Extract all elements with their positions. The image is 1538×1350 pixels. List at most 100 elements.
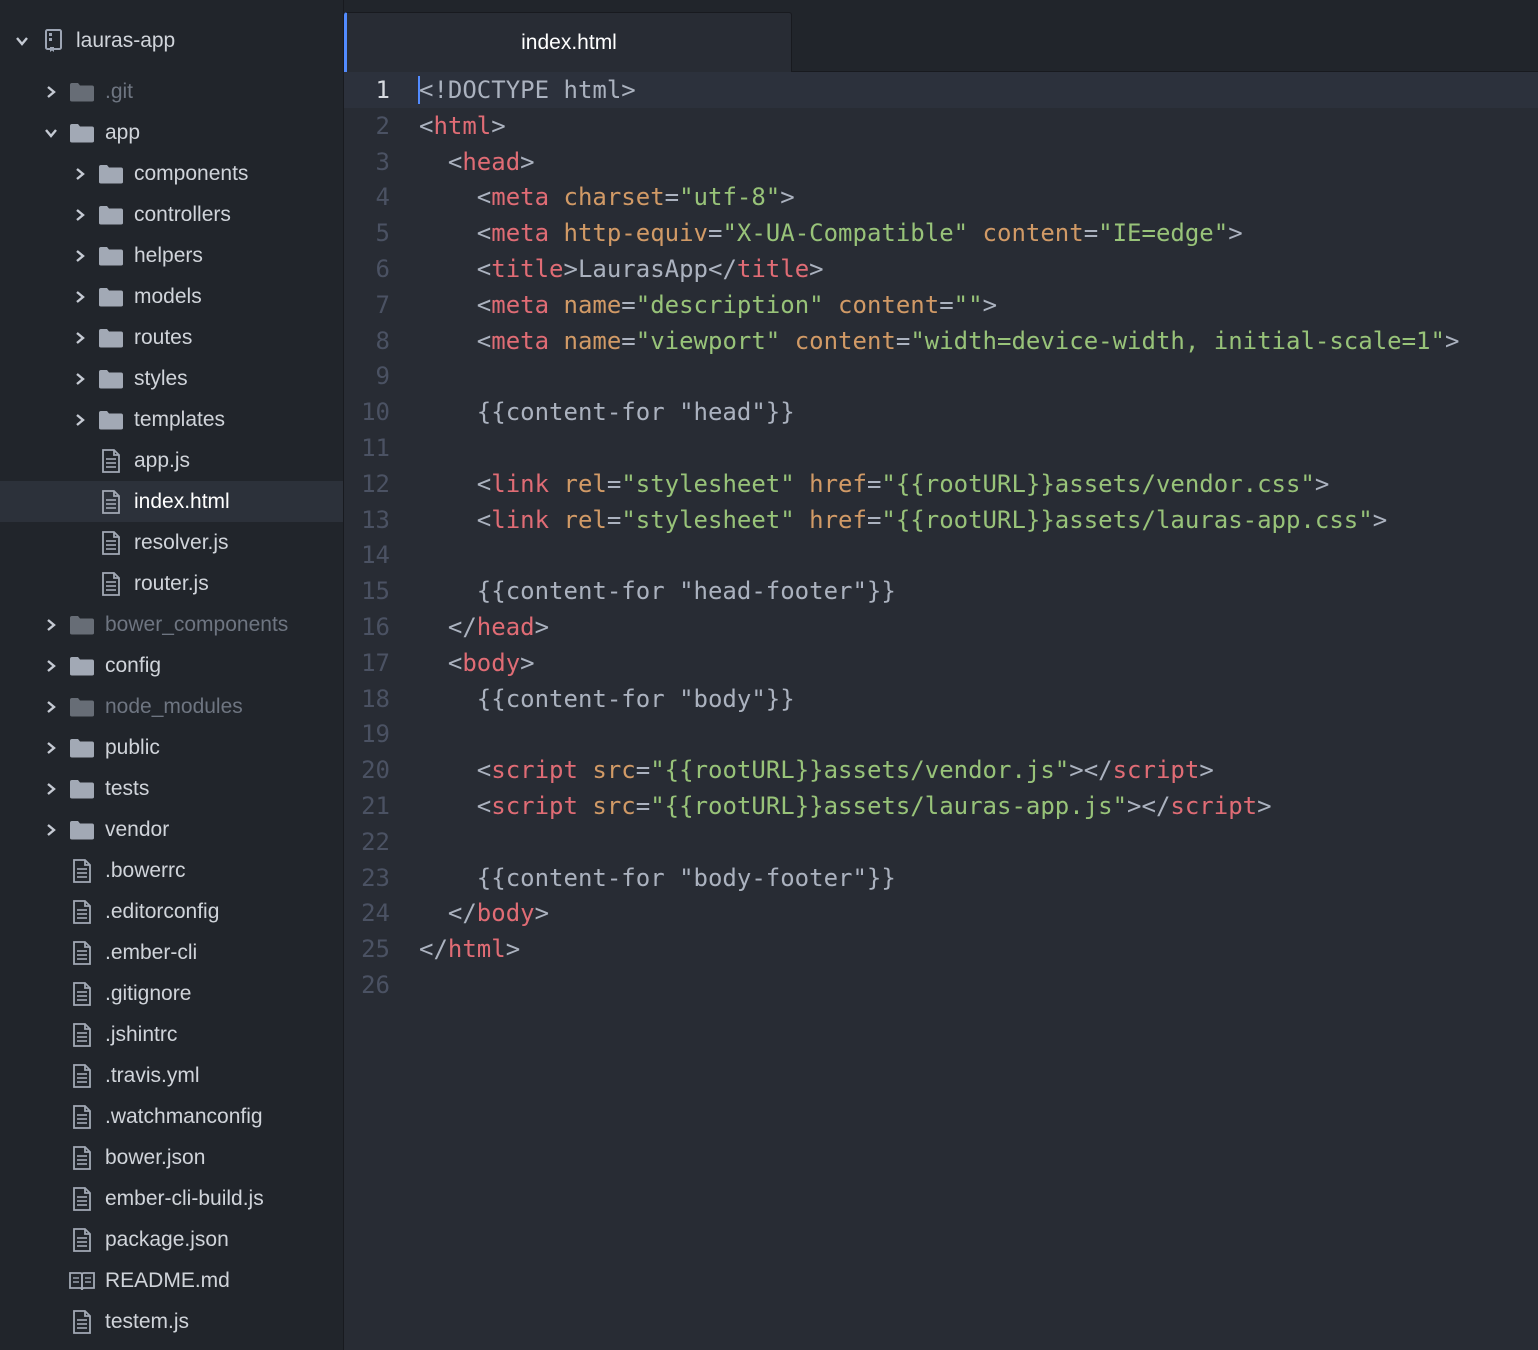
tree-file[interactable]: .ember-cli xyxy=(0,932,343,973)
code-text: {{content-for "body-footer"}} xyxy=(419,863,896,892)
tree-file[interactable]: .bowerrc xyxy=(0,850,343,891)
code-line[interactable]: 8 <meta name="viewport" content="width=d… xyxy=(344,323,1538,359)
code-line[interactable]: 21 <script src="{{rootURL}}assets/lauras… xyxy=(344,788,1538,824)
tree-item-label: .git xyxy=(105,79,134,103)
tab-index-html[interactable]: index.html xyxy=(344,12,792,72)
line-number: 4 xyxy=(375,183,390,212)
chevron-down-icon[interactable] xyxy=(12,31,32,51)
tree-item-label: bower.json xyxy=(105,1145,206,1169)
chevron-right-icon[interactable] xyxy=(70,246,90,266)
tree-file[interactable]: app.js xyxy=(0,440,343,481)
line-number: 16 xyxy=(361,613,390,641)
tree-folder[interactable]: helpers xyxy=(0,235,343,276)
chevron-right-icon[interactable] xyxy=(70,205,90,225)
line-number: 2 xyxy=(375,111,390,140)
tree-file[interactable]: .gitignore xyxy=(0,973,343,1014)
tree-file[interactable]: router.js xyxy=(0,563,343,604)
tree-root-label: lauras-app xyxy=(76,28,176,52)
chevron-right-icon[interactable] xyxy=(70,164,90,184)
code-text: <head> xyxy=(419,147,535,176)
code-line[interactable]: 26 xyxy=(344,967,1538,1003)
chevron-right-icon[interactable] xyxy=(41,615,61,635)
code-text: <script src="{{rootURL}}assets/lauras-ap… xyxy=(419,792,1272,820)
code-line[interactable]: 19 xyxy=(344,716,1538,752)
file-text-icon xyxy=(98,530,124,555)
tree-root[interactable]: lauras-app xyxy=(0,20,343,61)
chevron-right-icon[interactable] xyxy=(70,287,90,307)
file-text-icon xyxy=(69,1063,95,1088)
chevron-right-icon[interactable] xyxy=(41,820,61,840)
code-line[interactable]: 22 xyxy=(344,824,1538,860)
chevron-right-icon[interactable] xyxy=(41,697,61,717)
chevron-right-icon[interactable] xyxy=(70,369,90,389)
tree-file[interactable]: package.json xyxy=(0,1219,343,1260)
tree-file[interactable]: bower.json xyxy=(0,1137,343,1178)
code-line[interactable]: 14 xyxy=(344,537,1538,573)
code-line[interactable]: 3 <head> xyxy=(344,144,1538,180)
tree-file[interactable]: README.md xyxy=(0,1260,343,1301)
tree-folder[interactable]: tests xyxy=(0,768,343,809)
code-line[interactable]: 25 </html> xyxy=(344,931,1538,967)
code-line[interactable]: 2 <html> xyxy=(344,108,1538,144)
chevron-right-icon[interactable] xyxy=(41,738,61,758)
tree-file[interactable]: .travis.yml xyxy=(0,1055,343,1096)
line-number: 8 xyxy=(375,326,390,355)
folder-icon xyxy=(69,655,95,677)
code-line[interactable]: 9 xyxy=(344,358,1538,394)
tree-item-label: config xyxy=(105,653,162,677)
chevron-right-icon[interactable] xyxy=(70,410,90,430)
code-line[interactable]: 16 </head> xyxy=(344,609,1538,645)
chevron-right-icon[interactable] xyxy=(41,82,61,102)
tree-folder[interactable]: controllers xyxy=(0,194,343,235)
folder-icon xyxy=(98,245,124,267)
code-line[interactable]: 1 <!DOCTYPE html> xyxy=(344,72,1538,108)
code-line[interactable]: 7 <meta name="description" content=""> xyxy=(344,287,1538,323)
tree-folder[interactable]: components xyxy=(0,153,343,194)
tree-file[interactable]: .watchmanconfig xyxy=(0,1096,343,1137)
line-number: 18 xyxy=(361,684,390,713)
tree-folder[interactable]: vendor xyxy=(0,809,343,850)
code-line[interactable]: 23 {{content-for "body-footer"}} xyxy=(344,860,1538,896)
code-line[interactable]: 11 xyxy=(344,430,1538,466)
code-line[interactable]: 6 <title>LaurasApp</title> xyxy=(344,251,1538,287)
code-editor[interactable]: 1 <!DOCTYPE html> 2 <html> 3 <head> 4 <meta c… xyxy=(344,72,1538,1350)
code-line[interactable]: 12 <link rel="stylesheet" href="{{rootUR… xyxy=(344,466,1538,502)
code-line[interactable]: 5 <meta http-equiv="X-UA-Compatible" con… xyxy=(344,215,1538,251)
tree-folder[interactable]: app xyxy=(0,112,343,153)
tree-folder[interactable]: templates xyxy=(0,399,343,440)
code-line[interactable]: 13 <link rel="stylesheet" href="{{rootUR… xyxy=(344,502,1538,538)
tree-folder[interactable]: node_modules xyxy=(0,686,343,727)
chevron-down-icon[interactable] xyxy=(41,123,61,143)
tree-view[interactable]: lauras-app .git app components controllers h… xyxy=(0,0,344,1350)
code-text: </head> xyxy=(419,613,550,641)
tree-folder[interactable]: models xyxy=(0,276,343,317)
tree-file[interactable]: .editorconfig xyxy=(0,891,343,932)
code-line[interactable]: 17 <body> xyxy=(344,645,1538,681)
code-line[interactable]: 18 {{content-for "body"}} xyxy=(344,681,1538,717)
tree-folder[interactable]: bower_components xyxy=(0,604,343,645)
file-text-icon xyxy=(69,1145,95,1170)
tree-folder[interactable]: config xyxy=(0,645,343,686)
tree-file[interactable]: index.html xyxy=(0,481,343,522)
code-text: <meta name="description" content=""> xyxy=(419,290,998,319)
chevron-right-icon[interactable] xyxy=(70,328,90,348)
tree-file[interactable]: testem.js xyxy=(0,1301,343,1342)
chevron-right-icon[interactable] xyxy=(41,779,61,799)
tree-file[interactable]: .jshintrc xyxy=(0,1014,343,1055)
tree-item-label: controllers xyxy=(134,202,231,226)
tree-item-label: bower_components xyxy=(105,612,289,636)
code-line[interactable]: 20 <script src="{{rootURL}}assets/vendor… xyxy=(344,752,1538,788)
chevron-right-icon[interactable] xyxy=(41,656,61,676)
code-line[interactable]: 24 </body> xyxy=(344,895,1538,931)
tree-file[interactable]: resolver.js xyxy=(0,522,343,563)
tree-folder[interactable]: public xyxy=(0,727,343,768)
code-line[interactable]: 4 <meta charset="utf-8"> xyxy=(344,179,1538,215)
code-line[interactable]: 10 {{content-for "head"}} xyxy=(344,394,1538,430)
tree-folder[interactable]: routes xyxy=(0,317,343,358)
tree-folder[interactable]: styles xyxy=(0,358,343,399)
folder-icon xyxy=(98,286,124,308)
code-line[interactable]: 15 {{content-for "head-footer"}} xyxy=(344,573,1538,609)
line-number: 7 xyxy=(375,290,390,319)
tree-folder[interactable]: .git xyxy=(0,71,343,112)
tree-file[interactable]: ember-cli-build.js xyxy=(0,1178,343,1219)
